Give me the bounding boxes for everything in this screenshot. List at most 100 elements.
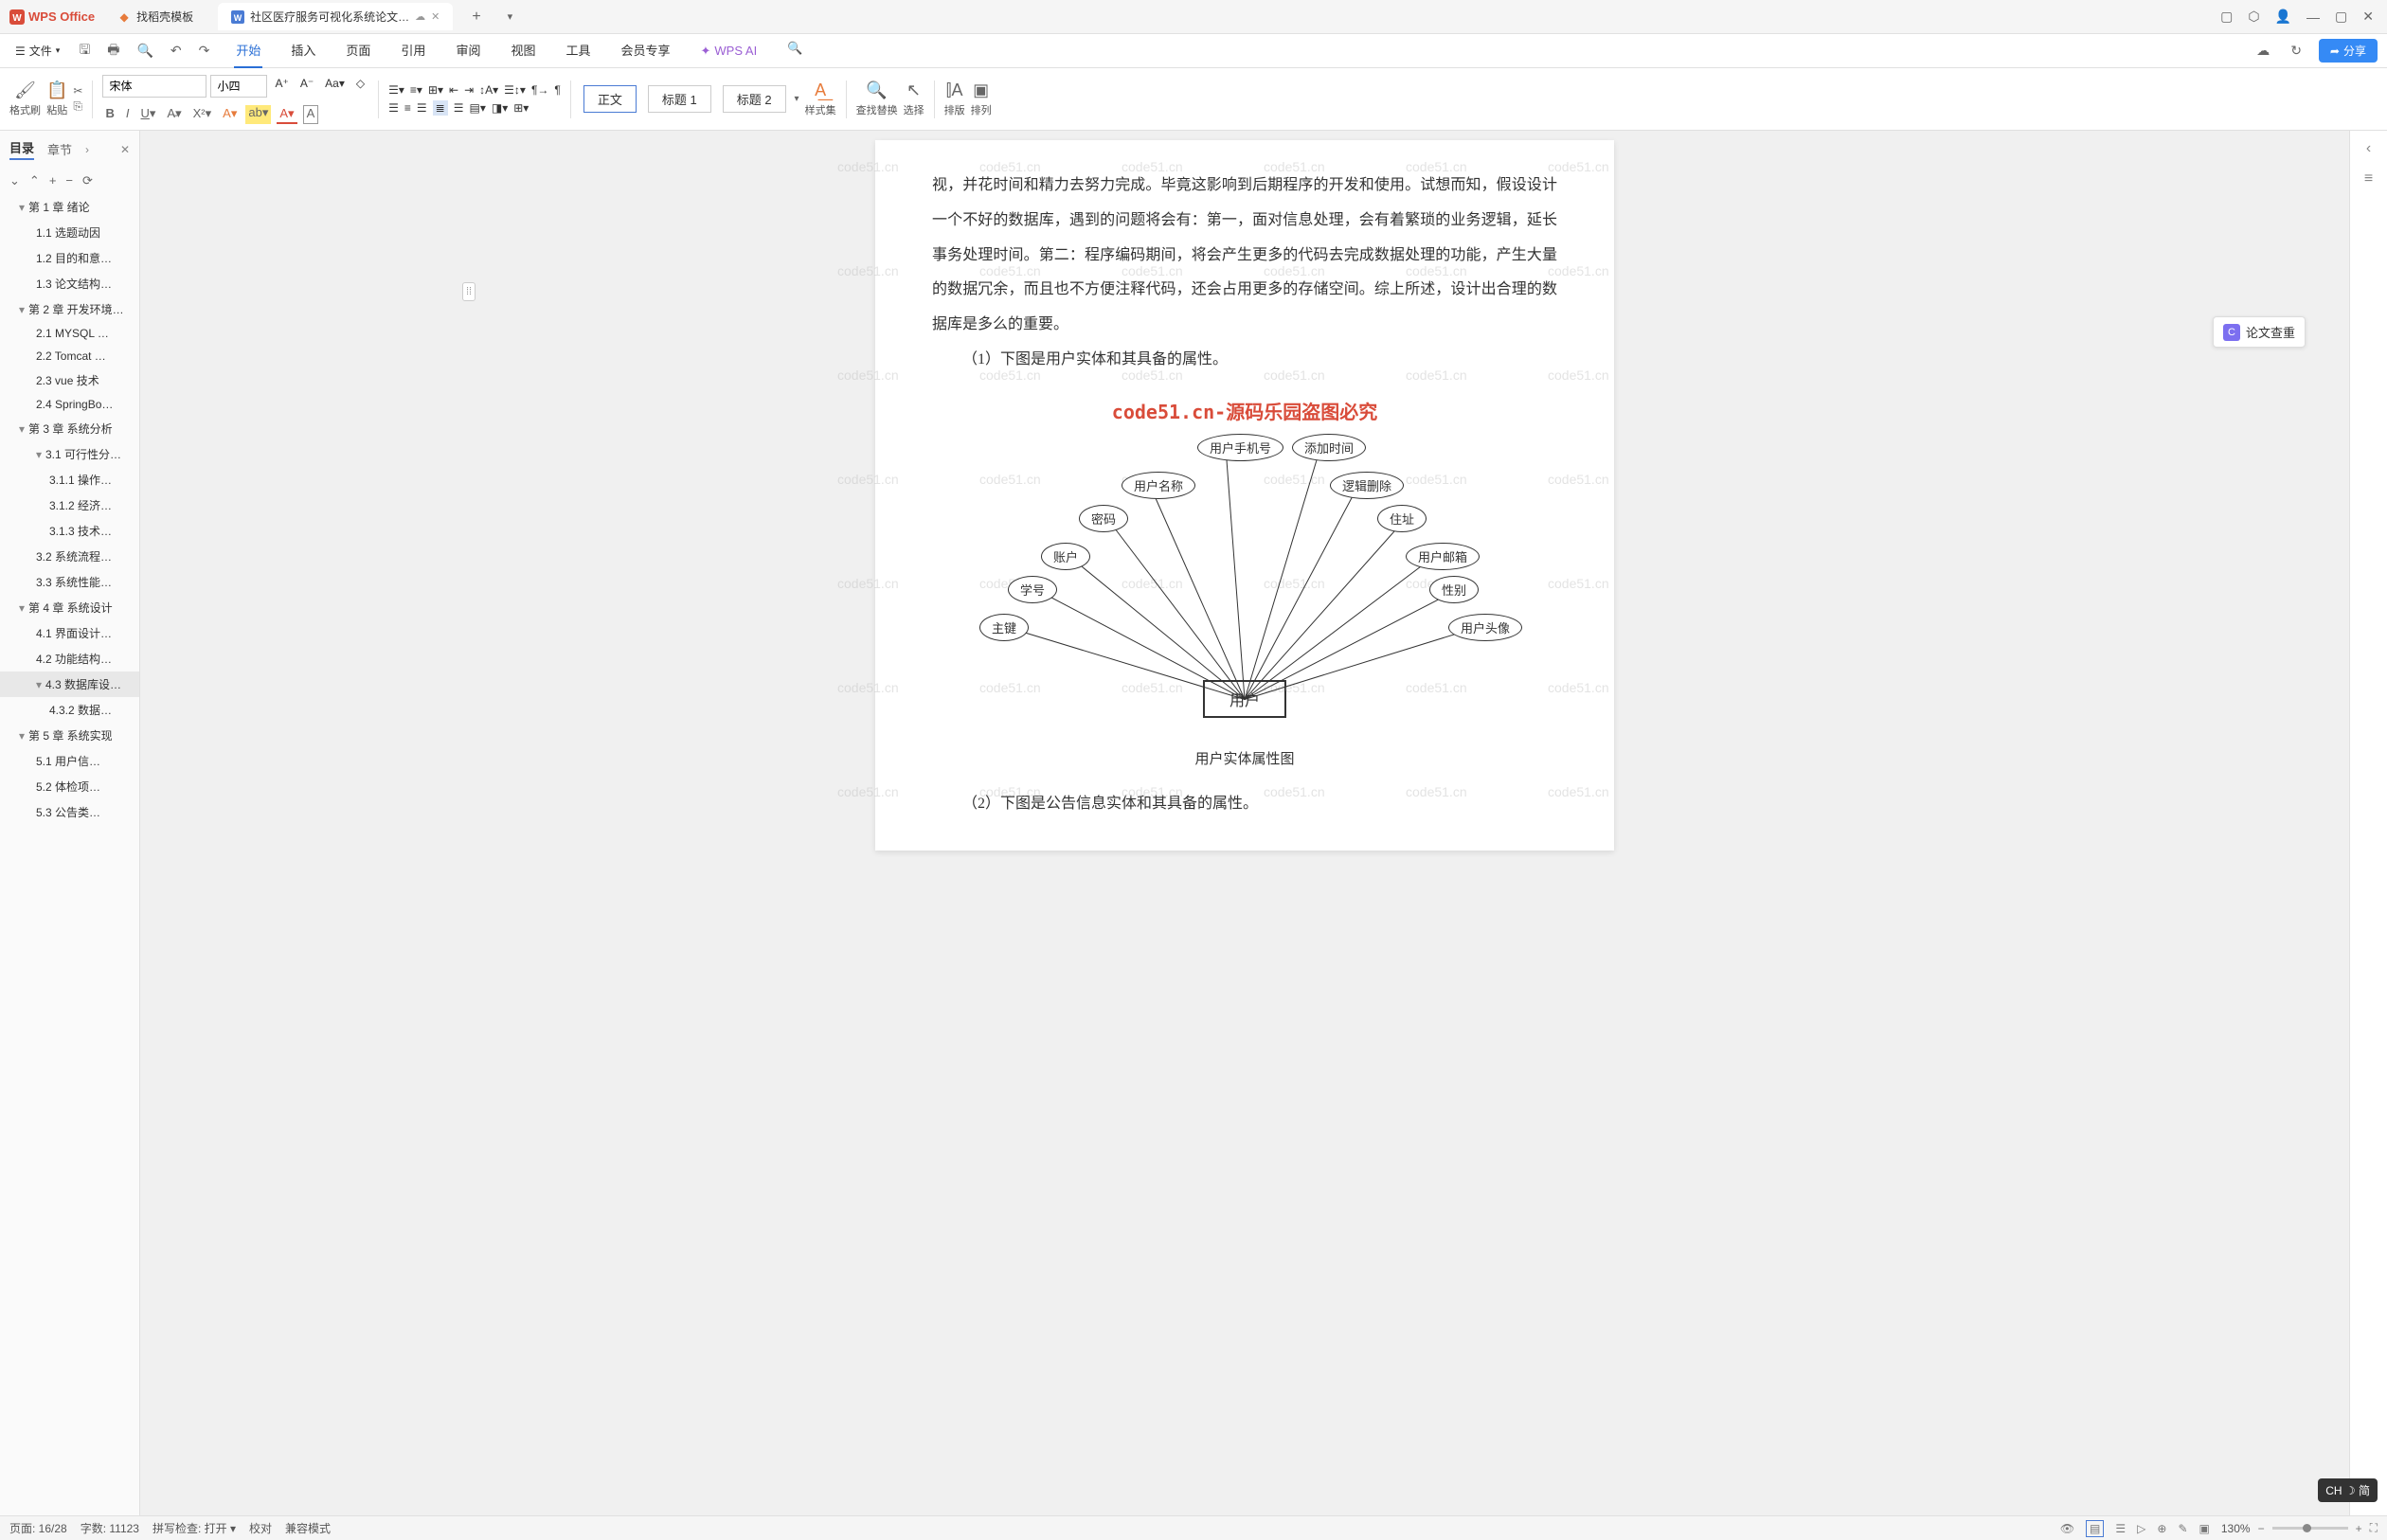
indent-inc-button[interactable]: ⇥ — [464, 83, 474, 97]
expand-all-icon[interactable]: ⌃ — [29, 173, 40, 188]
toc-item[interactable]: 2.4 SpringBo… — [0, 393, 139, 416]
paste-button[interactable]: 📋 粘贴 — [46, 81, 67, 117]
preview-icon[interactable]: 🔍 — [133, 41, 156, 61]
align-justify-button[interactable]: ≣ — [433, 100, 448, 116]
menu-page[interactable]: 页面 — [344, 33, 372, 68]
ime-indicator[interactable]: CH ☽ 简 — [2318, 1478, 2378, 1502]
clear-format-icon[interactable]: ◇ — [352, 75, 368, 98]
toc-item[interactable]: 3.1.1 操作… — [0, 467, 139, 492]
cloud-sync-icon[interactable]: ☁ — [2252, 41, 2273, 61]
font-name-input[interactable] — [102, 75, 206, 98]
toc-item[interactable]: ▾第 5 章 系统实现 — [0, 723, 139, 748]
arrange-button[interactable]: ▣ 排列 — [971, 81, 992, 117]
toc-item[interactable]: 3.2 系统流程… — [0, 544, 139, 569]
line-spacing-button[interactable]: ☰↕▾ — [504, 83, 526, 97]
layout-icon[interactable]: ▢ — [2220, 9, 2233, 25]
border-button[interactable]: ⊞▾ — [513, 101, 529, 115]
font-color-button[interactable]: A▾ — [277, 105, 296, 124]
toc-item[interactable]: 1.1 选题动因 — [0, 220, 139, 245]
compat-mode[interactable]: 兼容模式 — [285, 1520, 331, 1536]
page-indicator[interactable]: 页面: 16/28 — [9, 1520, 67, 1536]
toc-item[interactable]: 1.2 目的和意… — [0, 245, 139, 271]
fullscreen-icon[interactable]: ⛶ — [2370, 1521, 2378, 1535]
zoom-slider[interactable] — [2272, 1527, 2348, 1530]
menu-view[interactable]: 视图 — [509, 33, 537, 68]
style-h1[interactable]: 标题 1 — [648, 85, 711, 113]
find-button[interactable]: 🔍 查找替换 — [856, 81, 898, 117]
cube-icon[interactable]: ⬡ — [2248, 9, 2259, 25]
menu-review[interactable]: 审阅 — [454, 33, 482, 68]
toc-item[interactable]: ▾第 3 章 系统分析 — [0, 416, 139, 441]
menu-start[interactable]: 开始 — [234, 33, 262, 68]
paragraph-button[interactable]: ¶→ — [531, 83, 548, 97]
toc-item[interactable]: ▾3.1 可行性分… — [0, 441, 139, 467]
outline-view-icon[interactable]: ☰ — [2115, 1522, 2126, 1535]
style-more-icon[interactable]: ▾ — [795, 94, 799, 104]
toc-item[interactable]: 5.2 体检项… — [0, 774, 139, 799]
align-dist-button[interactable]: ☰ — [454, 101, 464, 115]
toc-item[interactable]: 2.3 vue 技术 — [0, 367, 139, 393]
underline-button[interactable]: U▾ — [138, 105, 159, 124]
close-icon[interactable]: ✕ — [2362, 9, 2374, 25]
change-case-icon[interactable]: Aa▾ — [321, 75, 349, 98]
spell-check-status[interactable]: 拼写检查: 打开 ▾ — [153, 1520, 236, 1536]
toc-item[interactable]: ▾第 4 章 系统设计 — [0, 595, 139, 620]
proofing-status[interactable]: 校对 — [249, 1520, 272, 1536]
toc-item[interactable]: 4.1 界面设计… — [0, 620, 139, 646]
word-count[interactable]: 字数: 11123 — [81, 1520, 139, 1536]
wps-logo[interactable]: W WPS Office — [9, 9, 95, 25]
maximize-icon[interactable]: ▢ — [2335, 9, 2347, 25]
style-body[interactable]: 正文 — [583, 85, 637, 113]
toc-item[interactable]: 3.1.3 技术… — [0, 518, 139, 544]
save-icon[interactable]: 🖫 — [75, 38, 94, 64]
eye-icon[interactable]: 👁 — [2060, 1522, 2074, 1535]
tab-document[interactable]: W 社区医疗服务可视化系统论文… ☁ ✕ — [218, 3, 453, 30]
sections-tab[interactable]: 章节 — [47, 140, 72, 158]
menu-insert[interactable]: 插入 — [289, 33, 317, 68]
select-button[interactable]: ↖ 选择 — [904, 81, 924, 117]
align-center-button[interactable]: ≡ — [404, 101, 411, 115]
refresh-icon[interactable]: ⟳ — [82, 173, 93, 188]
format-brush-button[interactable]: 🖌 格式刷 — [9, 81, 41, 117]
font-size-input[interactable] — [210, 75, 267, 98]
style-h2[interactable]: 标题 2 — [723, 85, 786, 113]
remove-item-icon[interactable]: − — [65, 173, 73, 188]
toc-item[interactable]: 5.3 公告类… — [0, 799, 139, 825]
add-item-icon[interactable]: + — [49, 173, 57, 188]
layout-button[interactable]: ⫿A 排版 — [944, 81, 965, 117]
plagiarism-check-button[interactable]: C 论文查重 — [2213, 316, 2306, 348]
bullets-button[interactable]: ☰▾ — [388, 83, 404, 97]
superscript-button[interactable]: X²▾ — [190, 105, 215, 124]
tab-dropdown-icon[interactable]: ▾ — [498, 10, 523, 23]
cut-icon[interactable]: ✂ — [73, 84, 82, 98]
minimize-icon[interactable]: — — [2306, 9, 2320, 25]
toc-item[interactable]: 1.3 论文结构… — [0, 271, 139, 296]
align-left-button[interactable]: ☰ — [388, 101, 399, 115]
menu-ai[interactable]: ✦WPS AI — [699, 33, 760, 68]
file-menu[interactable]: ☰ 文件 ▾ — [9, 39, 65, 63]
toc-item[interactable]: 5.1 用户信… — [0, 748, 139, 774]
toc-item[interactable]: 4.2 功能结构… — [0, 646, 139, 672]
bold-button[interactable]: B — [102, 105, 117, 124]
search-icon[interactable]: 🔍 — [785, 33, 804, 68]
menu-ref[interactable]: 引用 — [399, 33, 427, 68]
align-right-button[interactable]: ☰ — [417, 101, 427, 115]
highlight-button[interactable]: ab▾ — [245, 105, 271, 124]
undo-icon[interactable]: ↶ — [167, 41, 186, 61]
font-box-button[interactable]: A — [303, 105, 319, 124]
edit-icon[interactable]: ✎ — [2178, 1522, 2187, 1535]
multilevel-button[interactable]: ⊞▾ — [428, 83, 443, 97]
print-icon[interactable]: 🖶 — [103, 38, 123, 64]
shading-button[interactable]: ◨▾ — [492, 101, 508, 115]
zoom-out-icon[interactable]: − — [2258, 1522, 2265, 1535]
text-dir-button[interactable]: ↕A▾ — [479, 83, 498, 97]
numbers-button[interactable]: ≡▾ — [410, 83, 422, 97]
add-tab-button[interactable]: + — [462, 9, 490, 26]
toc-item[interactable]: 3.1.2 经济… — [0, 492, 139, 518]
page-view-icon[interactable]: ▤ — [2086, 1520, 2104, 1537]
indent-dec-button[interactable]: ⇤ — [449, 83, 458, 97]
reading-view-icon[interactable]: ▷ — [2137, 1522, 2145, 1535]
toc-item[interactable]: ▾4.3 数据库设… — [0, 672, 139, 697]
copy-icon[interactable]: ⎘ — [73, 99, 82, 114]
tab-templates[interactable]: ◆ 找稻壳模板 — [104, 3, 206, 30]
